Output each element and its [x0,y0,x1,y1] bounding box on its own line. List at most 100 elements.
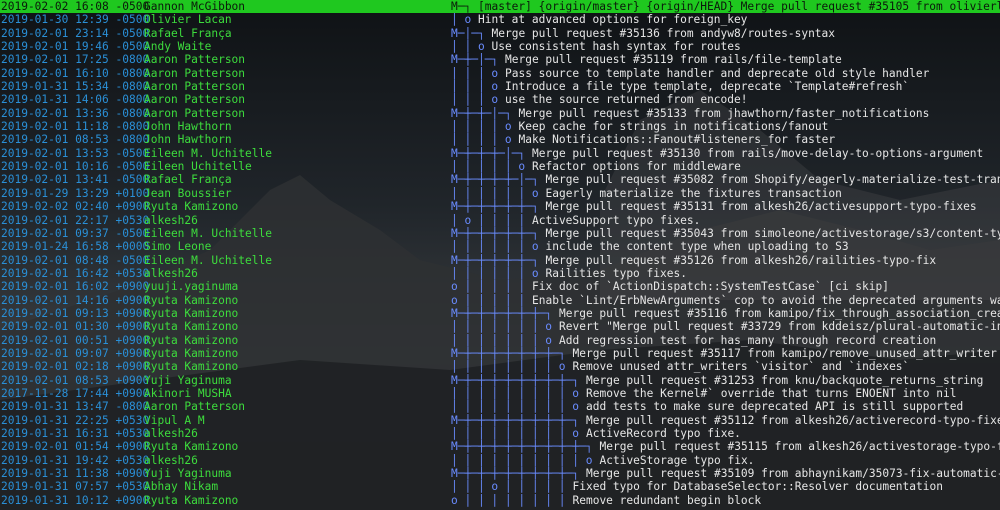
commit-row[interactable]: 2019-02-01 09:37 -0500 Eileen M. Uchitell… [0,227,1000,240]
commit-message: ActiveSupport typo fixes. [532,213,701,227]
commit-date: 2019-02-01 01:30 +0900 [1,320,150,334]
commit-row[interactable]: 2019-01-30 12:39 -0500 Olivier Lacan │ o Hi… [0,13,1000,26]
commit-graph: │ │ │ │ o [451,133,512,147]
commit-message: Railities typo fixes. [545,266,687,280]
commit-row[interactable]: 2019-02-01 16:42 +0530 alkesh26 │ │ │ │ │ … [0,267,1000,280]
commit-date: 2019-02-01 11:18 -0800 [1,120,150,134]
commit-message: Fix doc of `ActionDispatch::SystemTestCa… [532,280,889,294]
commit-graph: │ o [451,13,472,27]
commit-author: Ryuta Kamizono [144,320,239,334]
commit-graph: │ │ │ o [451,66,499,80]
commit-row[interactable]: 2019-02-01 09:07 +0900 Ryuta Kamizono M─┼─… [0,347,1000,360]
commit-row[interactable]: 2019-02-01 17:25 -0800 Aaron Patterson M─┼… [0,53,1000,66]
commit-row[interactable]: 2019-01-24 16:58 +0000 Simo Leone │ │ │ │ … [0,240,1000,253]
commit-row[interactable]: 2019-02-01 11:18 -0800 John Hawthorn │ │ │… [0,120,1000,133]
commit-date: 2019-02-01 09:37 -0500 [1,226,150,240]
commit-date: 2019-02-01 02:18 +0900 [1,360,150,374]
commit-date: 2019-01-31 19:42 +0530 [1,453,150,467]
commit-graph: │ │ │ │ │ │ │ o [451,333,553,347]
commit-date: 2019-02-01 14:16 +0900 [1,293,150,307]
commit-row[interactable]: 2019-01-29 13:29 +0100 Jean Boussier │ │ │… [0,187,1000,200]
commit-author: Ryuta Kamizono [144,333,239,347]
commit-date: 2019-02-01 16:02 +0900 [1,280,150,294]
commit-graph: │ │ │ │ │ │ │ │ │ o [451,427,579,440]
commit-row[interactable]: 2019-01-31 13:47 -0800 Aaron Patterson │ │… [0,400,1000,413]
commit-graph: │ │ │ │ │ │ │ │ │ o [451,400,579,414]
commit-date: 2019-02-01 23:14 -0500 [1,26,150,40]
commit-message: Enable `Lint/ErbNewArguments` cop to avo… [532,293,1000,307]
commit-row[interactable]: 2019-02-01 09:13 +0900 Ryuta Kamizono M─┼─… [0,307,1000,320]
commit-row[interactable]: 2019-02-01 10:16 -0500 Eileen Uchitelle │ … [0,160,1000,173]
commit-graph: │ │ │ o [451,93,499,107]
commit-message: use the source returned from encode! [505,93,748,107]
commit-author: Aaron Patterson [144,66,246,80]
commit-row[interactable]: 2019-01-31 15:34 -0800 Aaron Patterson │ │… [0,80,1000,93]
commit-row[interactable]: 2019-01-31 14:06 -0800 Aaron Patterson │ │… [0,93,1000,106]
commit-graph: o │ │ │ │ │ [451,293,526,307]
commit-graph: │ │ │ │ │ │ │ │ o [451,360,566,374]
commit-graph: M─┼─┼─┼─┼─│─┐ [451,173,539,187]
commit-author: Rafael França [144,26,232,40]
commit-row[interactable]: 2019-02-01 16:02 +0900 yuuji.yaginuma o │ … [0,280,1000,293]
commit-row[interactable]: 2019-02-01 08:53 +0900 Yuji Yaginuma M─┼─┼… [0,374,1000,387]
commit-row[interactable]: 2019-02-01 13:36 -0800 Aaron Patterson M─┼… [0,107,1000,120]
commit-message: Keep cache for strings in notifications/… [518,120,829,134]
commit-row[interactable]: 2019-02-01 02:18 +0900 Ryuta Kamizono │ │ … [0,360,1000,373]
commit-author: Eileen M. Uchitelle [144,226,272,240]
commit-row[interactable]: 2019-02-01 08:53 -0800 John Hawthorn │ │ │… [0,133,1000,146]
commit-date: 2019-02-01 16:10 -0800 [1,66,150,80]
commit-date: 2019-02-02 16:08 -0500 [1,0,150,13]
commit-author: Aaron Patterson [144,106,246,120]
commit-date: 2019-01-31 14:06 -0800 [1,93,150,107]
commit-date: 2019-01-29 13:29 +0100 [1,186,150,200]
commit-row[interactable]: 2019-02-01 14:16 +0900 Ryuta Kamizono o │ … [0,294,1000,307]
commit-author: Aaron Patterson [144,53,246,67]
commit-date: 2019-02-01 01:54 +0900 [1,440,150,454]
commit-row[interactable]: 2019-02-01 00:51 +0900 Ryuta Kamizono │ │ … [0,334,1000,347]
commit-message: Revert "Merge pull request #33729 from k… [559,320,1000,334]
commit-row[interactable]: 2019-01-31 10:12 +0900 Ryuta Kamizono o │ … [0,494,1000,507]
commit-author: Akinori MUSHA [144,386,232,400]
git-log-list[interactable]: 2019-02-02 16:08 -0500 Gannon McGibbon M─┐… [0,0,1000,507]
commit-date: 2019-02-01 10:16 -0500 [1,160,150,174]
commit-graph: M─┼─┼─┼─┼─┼─┐ [451,226,539,240]
commit-row[interactable]: 2019-02-01 13:53 -0500 Eileen M. Uchitell… [0,147,1000,160]
commit-graph: M─│─┐ [451,26,485,40]
commit-date: 2019-02-01 13:53 -0500 [1,146,150,160]
commit-row[interactable]: 2019-02-01 01:54 +0900 Ryuta Kamizono M─┼─… [0,440,1000,453]
commit-date: 2019-02-01 13:41 -0500 [1,173,150,187]
commit-graph: │ │ │ │ │ o [451,160,526,174]
commit-row[interactable]: 2019-02-01 16:10 -0800 Aaron Patterson │ │… [0,67,1000,80]
commit-author: Ryuta Kamizono [144,440,239,454]
commit-date: 2019-02-01 22:17 +0530 [1,213,150,227]
commit-message: Merge pull request #35126 from alkesh26/… [545,253,937,267]
commit-date: 2019-01-31 10:12 +0900 [1,493,150,507]
commit-date: 2019-02-01 08:53 +0900 [1,373,150,387]
commit-row[interactable]: 2019-02-01 23:14 -0500 Rafael França M─│─┐… [0,27,1000,40]
commit-row[interactable]: 2019-01-31 11:38 +0900 Yuji Yaginuma M─┼─┼… [0,467,1000,480]
commit-message: Refactor options for middleware [532,160,741,174]
commit-graph: │ │ │ │ │ │ o [451,240,539,254]
commit-row[interactable]: 2019-01-31 19:42 +0530 alkesh26 │ │ │ │ │ … [0,454,1000,467]
commit-row-selected[interactable]: 2019-02-02 16:08 -0500 Gannon McGibbon M─┐… [0,0,1000,14]
commit-graph: │ │ │ │ │ │ o [451,186,539,200]
commit-row[interactable]: 2019-02-02 02:40 +0900 Ryuta Kamizono M─┼─… [0,200,1000,213]
commit-graph: │ │ o [451,40,485,54]
commit-author: Abhay Nikam [144,480,219,494]
commit-row[interactable]: 2019-02-01 22:17 +0530 alkesh26 │ o │ │ │ … [0,214,1000,227]
commit-row[interactable]: 2019-02-01 01:30 +0900 Ryuta Kamizono │ │ … [0,320,1000,333]
commit-message: Eagerly materialize the fixtures transac… [545,186,842,200]
commit-message: Remove redundant begin block [572,493,762,507]
commit-author: alkesh26 [144,213,198,227]
commit-row[interactable]: 2019-02-01 13:41 -0500 Rafael França M─┼─┼… [0,173,1000,186]
commit-row[interactable]: 2019-01-31 22:25 +0530 Vipul A M M─┼─┼─┼─┼… [0,414,1000,427]
commit-graph: M─┼─│─┐ [451,53,499,67]
commit-row[interactable]: 2019-01-31 16:31 +0530 alkesh26 │ │ │ │ │ … [0,427,1000,440]
commit-row[interactable]: 2017-11-28 17:44 +0900 Akinori MUSHA │ │ │… [0,387,1000,400]
commit-row[interactable]: 2019-02-01 19:46 -0500 Andy Waite │ │ o Use… [0,40,1000,53]
commit-message: ActiveRecord typo fixe. [586,427,741,440]
commit-author: Ryuta Kamizono [144,293,239,307]
commit-graph: │ │ │ │ │ │ │ │ │ │ o [451,453,593,467]
commit-row[interactable]: 2019-02-01 08:48 -0500 Eileen M. Uchitell… [0,254,1000,267]
commit-row[interactable]: 2019-01-31 07:57 +0530 Abhay Nikam │ │ │ o… [0,480,1000,493]
